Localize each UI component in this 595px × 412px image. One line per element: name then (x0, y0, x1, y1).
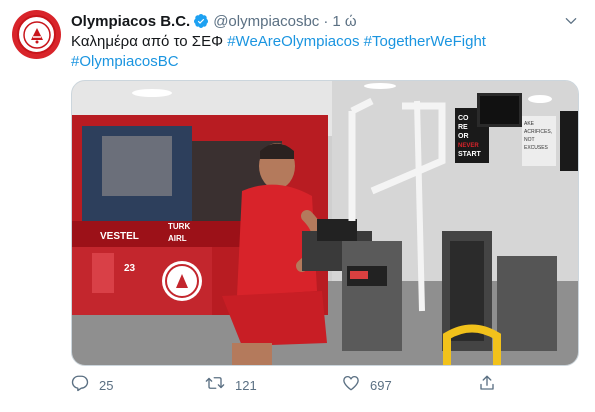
like-count: 697 (370, 377, 392, 393)
tweet-body-text: Καλημέρα από το ΣΕΦ (71, 33, 224, 50)
poster-text: AKE (524, 121, 535, 127)
tweet-photo[interactable]: VESTEL TURK AIRL 23 CO RE OR NEVER START… (71, 80, 579, 366)
tweet-card[interactable]: Olympiacos B.C. @olympiacosbc · 1 ώ Καλη… (0, 0, 595, 412)
olympiacos-logo-icon (17, 15, 56, 54)
reply-button[interactable]: 25 (71, 373, 113, 397)
hashtag-link[interactable]: #WeAreOlympiacos (227, 33, 359, 50)
separator-dot: · (323, 12, 329, 30)
poster-text: START (458, 151, 482, 158)
share-button[interactable] (478, 373, 496, 397)
tweet-text: Καλημέρα από το ΣΕΦ #WeAreOlympiacos #To… (71, 32, 571, 72)
timestamp[interactable]: 1 ώ (332, 13, 356, 30)
poster-text: NOT (524, 137, 535, 143)
hashtag-link[interactable]: #TogetherWeFight (364, 33, 486, 50)
banner-text: VESTEL (100, 231, 139, 242)
reply-icon (71, 374, 89, 397)
banner-text: TURK (168, 222, 190, 231)
poster-text: ACRIFICES, (524, 129, 552, 135)
banner-text: AIRL (168, 234, 187, 243)
hashtag-link[interactable]: #OlympiacosBC (71, 53, 179, 70)
retweet-count: 121 (235, 377, 257, 393)
poster-text: EXCUSES (524, 145, 549, 151)
retweet-button[interactable]: 121 (205, 373, 257, 397)
share-icon (478, 374, 496, 397)
tweet-actions: 25 121 697 (71, 373, 501, 397)
reply-count: 25 (99, 377, 114, 393)
poster-text: RE (458, 124, 468, 131)
like-button[interactable]: 697 (342, 373, 392, 397)
avatar[interactable] (12, 10, 61, 59)
poster-text: NEVER (458, 143, 479, 149)
display-name[interactable]: Olympiacos B.C. (71, 13, 190, 30)
retweet-icon (205, 374, 225, 397)
verified-badge-icon (193, 13, 209, 29)
poster-text: CO (458, 115, 469, 122)
chevron-down-icon[interactable] (562, 12, 580, 30)
poster-text: OR (458, 133, 469, 140)
tweet-header: Olympiacos B.C. @olympiacosbc · 1 ώ (71, 11, 357, 31)
gym-photo: VESTEL TURK AIRL 23 CO RE OR NEVER START… (72, 81, 578, 365)
heart-icon (342, 374, 360, 397)
jersey-number: 23 (124, 263, 136, 274)
handle[interactable]: @olympiacosbc (213, 13, 319, 30)
